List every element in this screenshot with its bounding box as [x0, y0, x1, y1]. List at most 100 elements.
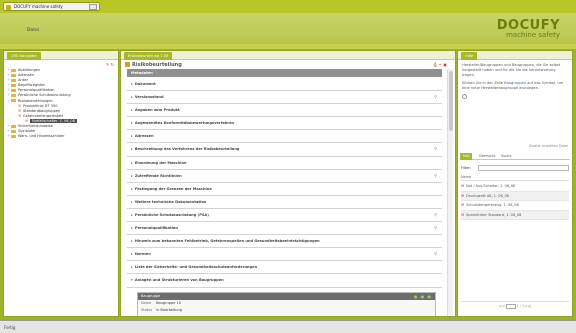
tab-search[interactable]: Suche	[498, 153, 514, 160]
section-row[interactable]: ▸ Liste der Sicherheits- und Gesundheitss…	[127, 261, 442, 275]
tab-navigator[interactable]: CRS Navigator	[7, 52, 42, 60]
chevron-right-icon[interactable]: ▸	[131, 200, 133, 204]
list-item[interactable]: ⚒ Schneidenwerkzeug, 1. 06_08	[461, 201, 569, 211]
section-row[interactable]: ▸ Weitere technische Dokumentation	[127, 196, 442, 209]
refresh-icon[interactable]: ↻	[111, 62, 114, 67]
chevron-right-icon[interactable]: ▸	[131, 82, 133, 86]
navigator-panel: CRS Navigator ✎ ↻ + Abbildungen + Adressen +…	[3, 50, 119, 317]
list-item[interactable]: ⚒ Druckgerät AK, 1. 06_08	[461, 191, 569, 201]
chevron-right-icon[interactable]: ▸	[131, 265, 133, 269]
save-icon[interactable]: ▣	[443, 62, 449, 67]
chevron-right-icon[interactable]: ▸	[131, 252, 133, 256]
logo: DOCUFY machine safety	[497, 19, 560, 39]
section-row[interactable]: ▸ Normen ⚲	[127, 248, 442, 262]
search-icon[interactable]: ⚲	[434, 91, 437, 103]
list-header[interactable]: Name	[461, 175, 569, 181]
last-created-link[interactable]: Zuletzt erstellten Datei	[529, 144, 568, 148]
editor-toolbar: ⎙•▣	[434, 62, 449, 67]
info-icon-row	[462, 94, 568, 100]
chevron-right-icon[interactable]: ▸	[131, 174, 133, 178]
folder-icon	[11, 73, 16, 77]
filter-label: Filter:	[461, 166, 472, 170]
menu-file[interactable]: Datei	[27, 28, 39, 33]
tab-help[interactable]: Hilfe	[461, 52, 478, 60]
folder-icon	[11, 88, 16, 92]
section-label: Angewandtes Konformitätsbewertungsverfah…	[134, 121, 235, 126]
edit-icon[interactable]: ✎	[106, 62, 109, 67]
section-row[interactable]: ▸ Hinweis zum bekannten Fehlbetrieb, Gefa…	[127, 235, 442, 249]
help-link[interactable]: Baugruppen	[504, 81, 526, 85]
last-page-icon[interactable]: ▸|	[529, 304, 532, 308]
list-item[interactable]: ⚒ Spannfutter Standard, 1. 06_08	[461, 210, 569, 220]
search-icon[interactable]: ⚲	[434, 170, 437, 182]
search-icon[interactable]: ⚲	[434, 209, 437, 221]
chevron-right-icon[interactable]: ▸	[131, 108, 133, 112]
chevron-right-icon[interactable]: ▸	[131, 161, 133, 165]
tree-item-label: Sinnbilder	[18, 129, 36, 134]
tab-overview[interactable]: Übersicht	[476, 153, 498, 160]
section-row[interactable]: ▾ Anlagen und Strukturieren von Baugruppe…	[127, 274, 442, 288]
tab-risk-assessment[interactable]: Risikobeurteilung 1.06	[124, 52, 173, 60]
logo-subtitle: machine safety	[506, 31, 560, 39]
assembly-row: Status in Bearbeitung	[138, 307, 435, 314]
list-item[interactable]: ⚒ Not / Aus-Schalter, 1. 06_08	[461, 182, 569, 192]
assembly-row: Name Baugruppe 10	[138, 300, 435, 307]
help-header: Hilfe	[458, 51, 572, 60]
assembly-actions[interactable]: ● ● ●	[414, 293, 432, 300]
first-page-icon[interactable]: |◂	[499, 304, 502, 308]
next-page-icon[interactable]: ▸	[526, 304, 528, 308]
search-icon[interactable]: ⚲	[434, 222, 437, 234]
section-list: Metadaten ▸ Dokument ▸ Versionsstand ⚲ ▸ Angab…	[127, 69, 442, 316]
section-row[interactable]: ▸ Angaben zum Produkt	[127, 104, 442, 118]
tree-item-label: Anker	[18, 78, 29, 83]
help-text: Hersteller/Baugruppen und Baugruppen, di…	[462, 63, 568, 103]
section-row[interactable]: ▸ Zutreffende Richtlinien ⚲	[127, 170, 442, 183]
section-row[interactable]: ▸ Dokument	[127, 78, 442, 92]
section-row[interactable]: ▸ Einordnung der Maschine	[127, 157, 442, 170]
new-tab-button[interactable]	[89, 4, 97, 10]
scroll-thumb[interactable]	[449, 71, 453, 131]
section-label: Weitere technische Dokumentation	[134, 199, 207, 204]
tab-info[interactable]: Info	[460, 153, 473, 160]
editor-scrollbar[interactable]	[447, 69, 453, 316]
chevron-right-icon[interactable]: ▸	[131, 134, 133, 138]
tree-item[interactable]: + Warn- und Hinweisschilder	[7, 134, 116, 139]
chevron-right-icon[interactable]: ▸	[131, 187, 133, 191]
section-row[interactable]: ▸ Angewandtes Konformitätsbewertungsverfa…	[127, 117, 442, 131]
section-row[interactable]: ▸ Persönliche Schutzausrüstung (PSA) ⚲	[127, 209, 442, 223]
search-icon[interactable]: ⚲	[434, 248, 437, 260]
section-row[interactable]: ▸ Beschreibung des Verfahrens der Risikob…	[127, 143, 442, 157]
chevron-right-icon[interactable]: ▸	[131, 95, 133, 99]
search-icon[interactable]: ⚲	[434, 143, 437, 155]
section-metadata[interactable]: Metadaten	[127, 69, 442, 77]
section-row[interactable]: ▸ Festlegung der Grenzen der Maschine	[127, 183, 442, 196]
page-input[interactable]	[505, 303, 516, 309]
tree-item-label: Risikobeurteilungen	[18, 98, 53, 103]
assembly-value: Baugruppe 10	[156, 300, 181, 305]
help-panel: Hilfe Hersteller/Baugruppen und Baugrupp…	[457, 50, 573, 317]
header-divider	[0, 44, 576, 49]
section-row[interactable]: ▸ Personalqualifikation ⚲	[127, 222, 442, 236]
chevron-right-icon[interactable]: ▸	[131, 239, 133, 243]
section-label: Festlegung der Grenzen der Maschine	[134, 186, 212, 191]
section-label: Dokument	[134, 82, 156, 86]
chevron-right-icon[interactable]: ▸	[131, 147, 133, 151]
chevron-right-icon[interactable]: ▸	[131, 121, 133, 125]
filter-input[interactable]	[478, 165, 569, 171]
section-row[interactable]: ▸ Versionsstand ⚲	[127, 91, 442, 105]
section-label: Persönliche Schutzausrüstung (PSA)	[134, 212, 209, 217]
section-row[interactable]: ▸ Adressen	[127, 130, 442, 144]
section-label: Hinweis zum bekannten Fehlbetrieb, Gefah…	[134, 239, 320, 244]
prev-page-icon[interactable]: ◂	[503, 304, 505, 308]
section-label: Versionsstand	[134, 95, 164, 100]
folder-icon	[11, 68, 16, 72]
info-icon	[462, 94, 467, 99]
chevron-right-icon[interactable]: ▸	[131, 226, 133, 230]
app-tab[interactable]: DOCUFY machine safety	[3, 2, 100, 11]
folder-icon	[11, 93, 16, 97]
list-item-label: Druckgerät AK, 1. 06_08	[466, 193, 509, 198]
assembly-box: Baugruppe ● ● ● Name Baugruppe 10 Status…	[137, 291, 436, 316]
chevron-right-icon[interactable]: ▸	[131, 213, 133, 217]
window-titlebar: DOCUFY machine safety	[0, 0, 576, 13]
chevron-down-icon[interactable]: ▾	[131, 278, 133, 282]
